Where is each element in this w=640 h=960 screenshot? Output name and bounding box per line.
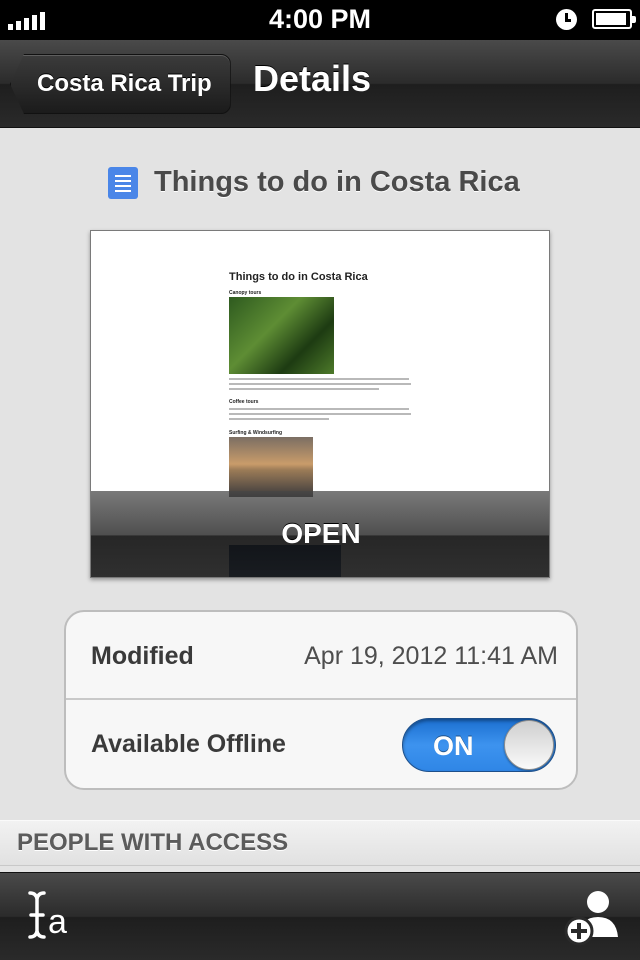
available-offline-label: Available Offline <box>91 730 286 758</box>
status-bar: 4:00 PM <box>0 0 640 40</box>
preview-heading: Things to do in Costa Rica <box>229 271 368 283</box>
modified-value: Apr 19, 2012 11:41 AM <box>304 642 558 670</box>
back-button[interactable]: Costa Rica Trip <box>10 54 231 114</box>
details-table: Modified Apr 19, 2012 11:41 AM Available… <box>64 610 578 790</box>
preview-section-title: Surfing & Windsurfing <box>229 430 283 436</box>
document-title: Things to do in Costa Rica <box>154 166 520 198</box>
available-offline-row: Available Offline ON <box>66 700 576 788</box>
toggle-state-label: ON <box>433 731 474 761</box>
modified-label: Modified <box>91 642 194 670</box>
preview-beach-photo <box>229 437 313 497</box>
status-time: 4:00 PM <box>268 4 372 34</box>
document-title-row: Things to do in Costa Rica <box>108 166 520 199</box>
navigation-bar: Costa Rica Trip Details <box>0 40 640 128</box>
document-preview[interactable]: Things to do in Costa Rica Canopy tours … <box>90 230 550 578</box>
add-person-icon[interactable] <box>562 887 622 947</box>
modified-row: Modified Apr 19, 2012 11:41 AM <box>66 612 576 700</box>
svg-text:a: a <box>48 903 67 941</box>
open-button[interactable]: OPEN <box>91 491 549 577</box>
section-header-label: PEOPLE WITH ACCESS <box>17 829 289 856</box>
battery-icon <box>592 9 636 29</box>
toggle-knob[interactable] <box>504 720 554 770</box>
google-doc-icon <box>108 166 138 199</box>
available-offline-toggle[interactable]: ON <box>402 718 556 772</box>
page-title: Details <box>253 58 372 99</box>
preview-section-title: Coffee tours <box>229 399 259 405</box>
preview-section-title: Canopy tours <box>229 290 262 296</box>
preview-canopy-photo <box>229 297 334 374</box>
alarm-clock-icon <box>556 9 577 30</box>
bottom-toolbar: a <box>0 872 640 960</box>
people-with-access-header: PEOPLE WITH ACCESS <box>0 820 640 866</box>
text-format-icon[interactable]: a <box>22 887 82 947</box>
